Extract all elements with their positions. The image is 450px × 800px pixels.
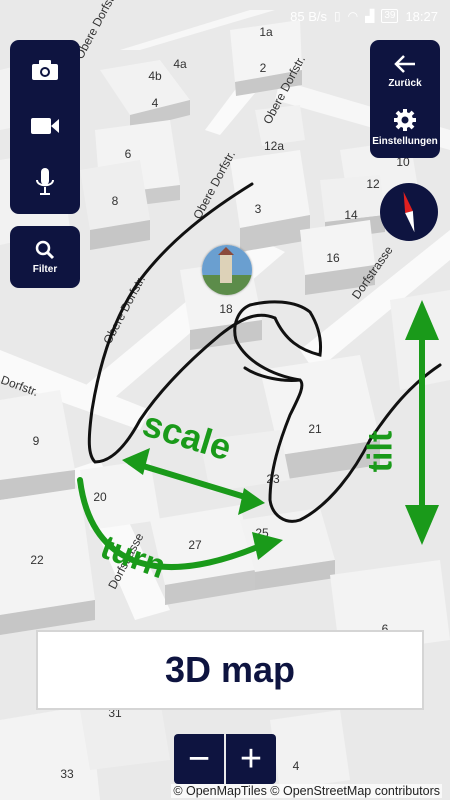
video-camera-icon	[31, 118, 59, 134]
camera-icon	[32, 60, 58, 80]
compass-icon	[403, 191, 415, 233]
tilt-label: tilt	[361, 430, 400, 473]
svg-text:9: 9	[33, 434, 40, 448]
gear-icon	[394, 108, 416, 131]
svg-text:16: 16	[326, 251, 340, 265]
svg-text:22: 22	[30, 553, 44, 567]
video-button[interactable]	[10, 100, 80, 152]
svg-text:6: 6	[125, 147, 132, 161]
svg-text:27: 27	[188, 538, 202, 552]
title-text: 3D map	[164, 649, 296, 690]
svg-text:4b: 4b	[148, 69, 162, 83]
back-button[interactable]: Zurück	[370, 44, 440, 98]
zoom-out-button[interactable]: −	[174, 734, 224, 784]
camera-button[interactable]	[10, 44, 80, 96]
search-icon	[35, 240, 55, 259]
network-speed: 85 B/s	[290, 8, 327, 24]
svg-text:4: 4	[152, 96, 159, 110]
settings-button[interactable]: Einstellungen	[370, 100, 440, 154]
filter-panel: Filter	[10, 226, 80, 288]
vibrate-icon: ▯	[334, 9, 341, 23]
svg-text:3: 3	[255, 202, 262, 216]
svg-text:14: 14	[344, 208, 358, 222]
svg-text:12a: 12a	[264, 139, 284, 153]
svg-text:4a: 4a	[173, 57, 187, 71]
navigation-panel: Zurück Einstellungen	[370, 40, 440, 158]
microphone-button[interactable]	[10, 156, 80, 208]
signal-icon: ▟	[365, 9, 375, 23]
svg-text:2: 2	[260, 61, 267, 75]
compass-button[interactable]	[380, 183, 438, 241]
wifi-icon: ◠	[347, 9, 359, 23]
status-bar: 85 B/s ▯ ◠ ▟ 39 18:27	[0, 0, 450, 32]
settings-label: Einstellungen	[372, 135, 438, 147]
media-panel	[10, 40, 80, 214]
title-banner: 3D map	[36, 630, 424, 710]
svg-text:12: 12	[366, 177, 380, 191]
microphone-icon	[36, 168, 54, 195]
back-arrow-icon	[394, 54, 415, 73]
zoom-controls: − +	[174, 734, 276, 784]
poi-photo-marker[interactable]	[202, 245, 252, 295]
map-attribution[interactable]: © OpenMapTiles © OpenStreetMap contribut…	[171, 784, 442, 798]
filter-label: Filter	[32, 263, 58, 275]
zoom-in-button[interactable]: +	[226, 734, 276, 784]
battery-indicator: 39	[381, 9, 399, 23]
filter-button[interactable]: Filter	[10, 226, 80, 288]
svg-text:4: 4	[293, 759, 300, 773]
svg-text:8: 8	[112, 194, 119, 208]
back-label: Zurück	[388, 77, 422, 89]
clock: 18:27	[405, 8, 438, 24]
svg-text:20: 20	[93, 490, 107, 504]
svg-text:18: 18	[219, 302, 233, 316]
svg-text:21: 21	[308, 422, 322, 436]
poi-photo-icon	[202, 245, 252, 295]
svg-text:33: 33	[60, 767, 74, 781]
